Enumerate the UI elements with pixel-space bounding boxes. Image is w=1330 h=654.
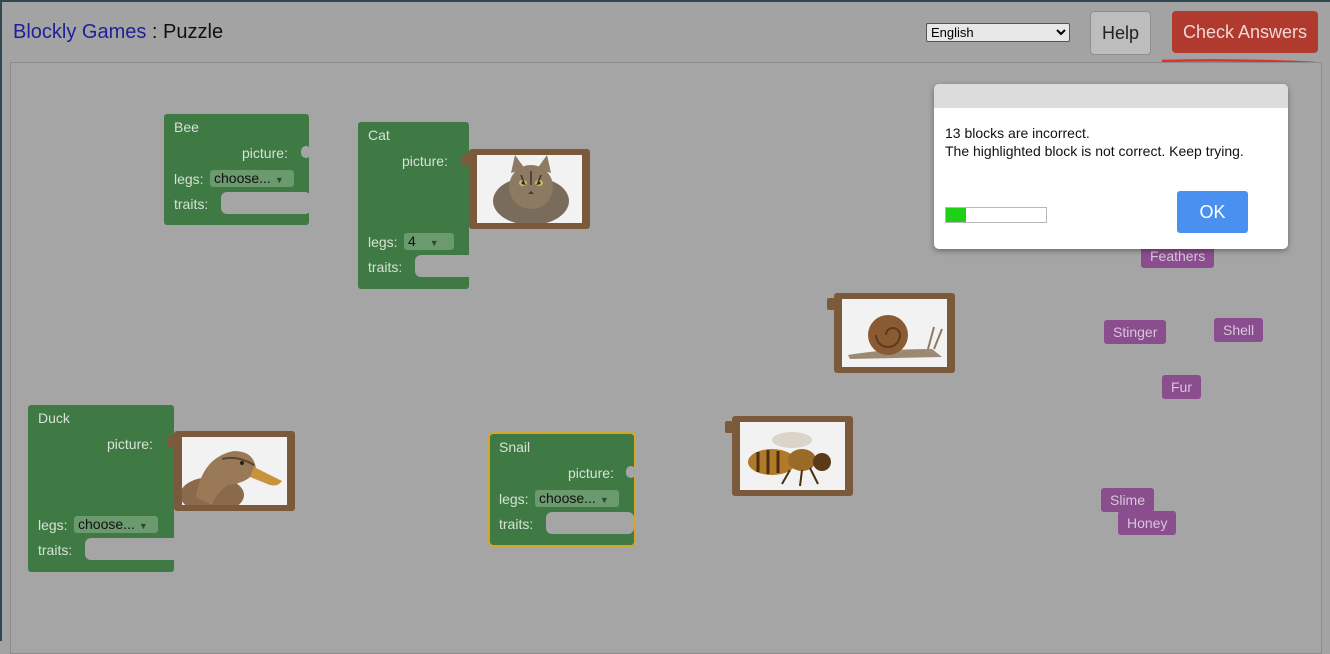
bee-photo <box>740 422 845 490</box>
dialog-message: 13 blocks are incorrect. The highlighted… <box>945 124 1255 160</box>
cat-legs-value: 4 <box>408 233 416 249</box>
bee-picture-connector <box>725 421 733 433</box>
page-title: Blockly Games : Puzzle <box>13 21 223 44</box>
trait-fur[interactable]: Fur <box>1162 375 1201 399</box>
duck-photo <box>180 437 287 513</box>
duck-legs-value: choose... <box>78 516 135 532</box>
cat-block-title: Cat <box>368 127 390 143</box>
snail-block-title: Snail <box>499 439 531 455</box>
progress-bar <box>945 207 1047 223</box>
app-name-link[interactable]: Blockly Games <box>13 21 146 43</box>
cat-picture-connector <box>462 154 470 166</box>
snail-picture-block[interactable] <box>834 293 955 373</box>
duck-picture-block[interactable] <box>174 431 295 513</box>
snail-legs-value: choose... <box>539 490 596 506</box>
snail-legs-dropdown[interactable]: choose... ▼ <box>535 490 619 507</box>
snail-picture-label: picture: <box>568 465 614 481</box>
chevron-down-icon: ▼ <box>138 521 148 531</box>
bee-traits-label: traits: <box>174 196 209 212</box>
trait-slime[interactable]: Slime <box>1101 488 1155 512</box>
snail-traits-slot[interactable] <box>546 512 634 534</box>
duck-legs-dropdown[interactable]: choose... ▼ <box>74 516 158 533</box>
snail-traits-label: traits: <box>499 516 534 532</box>
duck-legs-label: legs: <box>38 517 68 533</box>
duck-block[interactable]: Duck picture: legs: choose... ▼ traits: <box>28 405 180 572</box>
cat-picture-block[interactable] <box>469 149 590 229</box>
title-separator: : <box>146 21 164 43</box>
snail-picture-slot[interactable] <box>626 466 636 478</box>
cat-legs-label: legs: <box>368 234 398 250</box>
ok-button[interactable]: OK <box>1177 191 1248 233</box>
page-name: Puzzle <box>163 21 224 43</box>
hint-text: The highlighted block is not correct. Ke… <box>945 143 1244 159</box>
duck-picture-connector <box>167 436 175 448</box>
bee-legs-label: legs: <box>174 171 204 187</box>
cat-block[interactable]: Cat picture: legs: 4 ▼ traits: <box>358 122 475 289</box>
bee-picture-slot[interactable] <box>301 146 311 158</box>
trait-stinger[interactable]: Stinger <box>1104 320 1167 344</box>
bee-traits-slot[interactable] <box>221 192 311 214</box>
dialog-header[interactable] <box>934 84 1288 108</box>
incorrect-count-text: 13 blocks are incorrect. <box>945 125 1090 141</box>
duck-traits-slot[interactable] <box>85 538 180 560</box>
snail-legs-label: legs: <box>499 491 529 507</box>
window-left-border <box>0 0 2 641</box>
chevron-down-icon: ▼ <box>599 495 609 505</box>
cat-photo <box>477 155 582 225</box>
bee-picture-label: picture: <box>242 145 288 161</box>
trait-shell[interactable]: Shell <box>1214 318 1264 342</box>
cat-legs-dropdown[interactable]: 4 ▼ <box>404 233 454 250</box>
chevron-down-icon: ▼ <box>274 175 284 185</box>
result-dialog: 13 blocks are incorrect. The highlighted… <box>934 84 1288 249</box>
chevron-down-icon: ▼ <box>429 238 439 248</box>
check-answers-button[interactable]: Check Answers <box>1172 11 1318 53</box>
cat-traits-label: traits: <box>368 259 403 275</box>
bee-legs-dropdown[interactable]: choose... ▼ <box>210 170 294 187</box>
bee-block[interactable]: Bee picture: legs: choose... ▼ traits: <box>164 114 311 225</box>
progress-fill <box>946 208 966 222</box>
trait-honey[interactable]: Honey <box>1118 511 1177 535</box>
duck-traits-label: traits: <box>38 542 73 558</box>
bee-block-title: Bee <box>174 119 199 135</box>
snail-picture-connector <box>827 298 835 310</box>
duck-block-title: Duck <box>38 410 70 426</box>
bee-picture-block[interactable] <box>732 416 853 496</box>
cat-picture-label: picture: <box>402 153 448 169</box>
language-select[interactable]: English <box>926 23 1070 42</box>
duck-picture-label: picture: <box>107 436 153 452</box>
snail-photo <box>842 299 947 367</box>
cat-traits-slot[interactable] <box>415 255 475 277</box>
window-top-border <box>0 0 1330 2</box>
bee-legs-value: choose... <box>214 170 271 186</box>
snail-block[interactable]: Snail picture: legs: choose... ▼ traits: <box>488 432 636 547</box>
help-button[interactable]: Help <box>1090 11 1151 55</box>
